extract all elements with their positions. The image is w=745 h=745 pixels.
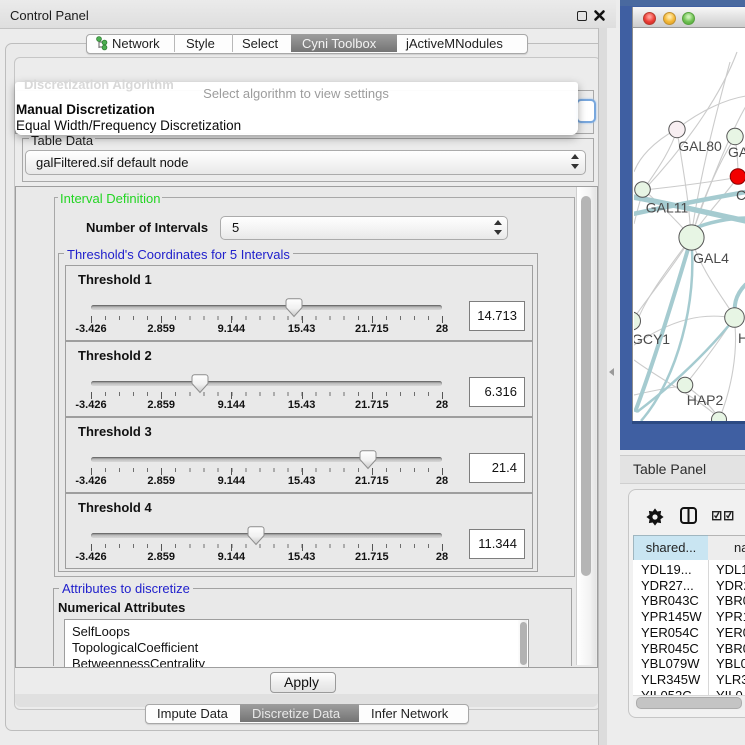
- svg-text:GA: GA: [728, 144, 745, 160]
- svg-text:GAL80: GAL80: [678, 138, 722, 154]
- svg-text:C: C: [736, 187, 745, 203]
- svg-text:GAL4: GAL4: [693, 250, 729, 266]
- svg-text:GAL11: GAL11: [646, 200, 689, 216]
- svg-text:H: H: [738, 330, 745, 346]
- svg-text:HAP2: HAP2: [687, 392, 724, 408]
- svg-text:GCY1: GCY1: [634, 331, 670, 347]
